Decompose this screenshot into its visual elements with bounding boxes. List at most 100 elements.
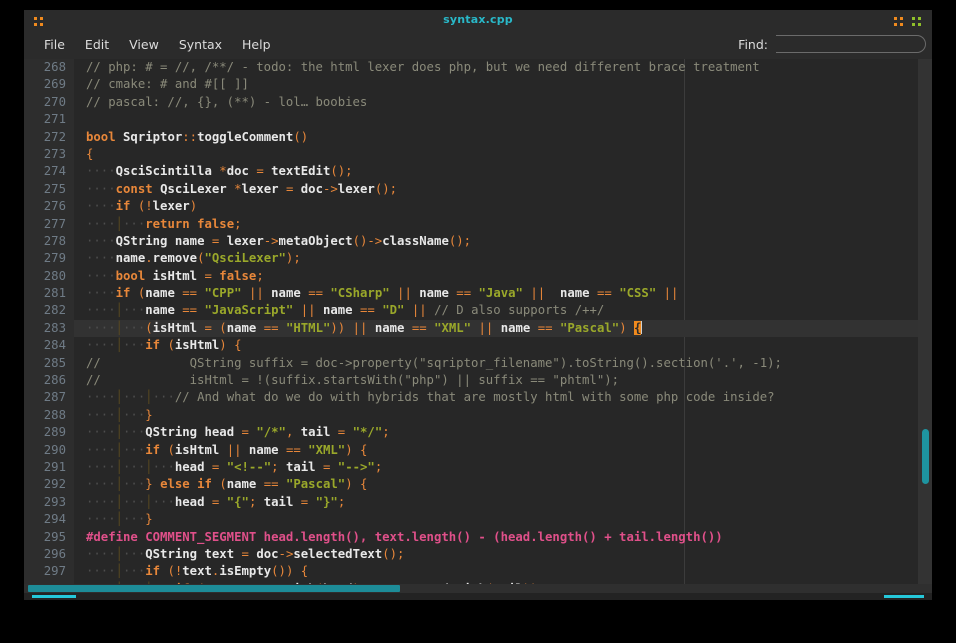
menu-item-file[interactable]: File	[34, 32, 75, 57]
token-def	[471, 321, 478, 335]
menu-item-edit[interactable]: Edit	[75, 32, 119, 57]
token-ws: ····	[86, 199, 116, 214]
token-str: "{"	[226, 494, 249, 509]
token-id: name	[500, 320, 531, 335]
code-line[interactable]: 272 bool Sqriptor::toggleComment()	[24, 129, 932, 146]
token-op: ==	[285, 442, 301, 457]
line-number: 292	[43, 477, 66, 492]
code-line[interactable]: 268 // php: # = //, /**/ - todo: the html…	[24, 59, 932, 76]
token-def	[316, 303, 323, 317]
code-line[interactable]: 284 ····│···if (isHtml) {	[24, 337, 932, 354]
code-area[interactable]: 268 // php: # = //, /**/ - todo: the html…	[24, 59, 932, 596]
token-def	[545, 286, 560, 300]
token-com: // cmake: # and #[[ ]]	[86, 77, 249, 92]
token-guide: │	[115, 512, 124, 527]
token-id: name	[322, 303, 353, 318]
token-op: ->	[278, 546, 294, 561]
token-op: ;	[382, 425, 390, 440]
token-def	[656, 286, 663, 300]
token-str: "XML"	[308, 442, 346, 457]
code-line[interactable]: 294 ····│···}	[24, 511, 932, 528]
code-line[interactable]: 283 ····│···(isHtml = (name == "HTML")) |…	[24, 319, 932, 338]
code-line[interactable]: 288 ····│···}	[24, 407, 932, 424]
token-op: (	[145, 320, 153, 335]
code-text: ····│···return false;	[86, 216, 242, 233]
token-def	[279, 182, 286, 196]
code-line[interactable]: 282 ····│···name == "JavaScript" || name …	[24, 302, 932, 319]
token-op: ==	[537, 320, 553, 335]
code-text: ····│···if (!text.isEmpty()) {	[86, 563, 308, 580]
code-line[interactable]: 270 // pascal: //, {}, (**) - lol… boobie…	[24, 94, 932, 111]
token-def	[279, 443, 286, 457]
code-line[interactable]: 273 {	[24, 146, 932, 163]
code-editor[interactable]: 268 // php: # = //, /**/ - todo: the html…	[24, 59, 932, 596]
find-input[interactable]	[776, 35, 926, 53]
code-line[interactable]: 276 ····if (!lexer)	[24, 198, 932, 215]
code-text: ····│···if (isHtml) {	[86, 337, 242, 354]
token-guide: │	[115, 459, 124, 474]
token-op: ||	[663, 286, 679, 301]
token-id: QsciLexer	[160, 181, 227, 196]
token-id: name	[145, 303, 175, 318]
menu-item-help[interactable]: Help	[232, 32, 281, 57]
token-ws: ···	[152, 390, 175, 405]
token-def	[404, 321, 411, 335]
code-text: ····│···}	[86, 407, 153, 424]
window-restore-dots-icon[interactable]	[894, 17, 903, 26]
menu-bar: File Edit View Syntax Help Find:	[24, 32, 932, 59]
token-id: name	[226, 320, 257, 335]
token-op: ;	[337, 494, 346, 509]
token-id: lexer	[337, 181, 375, 196]
horizontal-scrollbar[interactable]	[24, 584, 932, 593]
code-line[interactable]: 269 // cmake: # and #[[ ]]	[24, 76, 932, 93]
token-id: tail	[285, 459, 316, 474]
code-line[interactable]: 293 ····│···│···head = "{"; tail = "}";	[24, 494, 932, 511]
menu-item-syntax[interactable]: Syntax	[169, 32, 232, 57]
token-com: // pascal: //, {}, (**) - lol… boobies	[86, 94, 368, 109]
code-line[interactable]: 291 ····│···│···head = "<!--"; tail = "--…	[24, 459, 932, 476]
code-line[interactable]: 277 ····│···return false;	[24, 216, 932, 233]
token-def	[234, 547, 241, 561]
code-line[interactable]: 289 ····│···QString head = "/*", tail = "…	[24, 424, 932, 441]
token-id: tail	[300, 425, 331, 440]
code-line[interactable]: 292 ····│···} else if (name == "Pascal") …	[24, 476, 932, 493]
vertical-scrollbar-thumb[interactable]	[922, 429, 929, 484]
code-line[interactable]: 286 // isHtml = !(suffix.startsWith("php"…	[24, 372, 932, 389]
horizontal-scrollbar-thumb[interactable]	[28, 585, 400, 592]
window-close-dots-icon[interactable]	[912, 17, 921, 26]
line-number: 288	[43, 407, 66, 422]
token-id: isEmpty	[219, 564, 272, 579]
token-str: "Pascal"	[285, 477, 346, 492]
code-line[interactable]: 271	[24, 111, 932, 128]
code-line[interactable]: 274 ····QsciScintilla *doc = textEdit();	[24, 163, 932, 180]
token-str: "CPP"	[204, 286, 242, 301]
token-str: "XML"	[434, 320, 472, 335]
token-def	[130, 286, 137, 300]
code-line[interactable]: 278 ····QString name = lexer->metaObject(…	[24, 233, 932, 250]
code-line[interactable]: 275 ····const QsciLexer *lexer = doc->lex…	[24, 181, 932, 198]
code-line[interactable]: 290 ····│···if (isHtml || name == "XML") …	[24, 442, 932, 459]
token-def	[153, 477, 160, 491]
token-op: ==	[360, 303, 375, 318]
code-line[interactable]: 280 ····bool isHtml = false;	[24, 268, 932, 285]
token-def	[153, 182, 160, 196]
code-line[interactable]: 296 ····│···QString text = doc->selectedT…	[24, 546, 932, 563]
line-number: 284	[43, 338, 66, 353]
token-str: "JavaScript"	[204, 303, 294, 318]
code-line[interactable]: 295 #define COMMENT_SEGMENT head.length()…	[24, 529, 932, 546]
token-ws: ···	[123, 459, 146, 474]
token-kw: false	[197, 216, 235, 231]
code-text: ····const QsciLexer *lexer = doc->lexer(…	[86, 181, 397, 198]
code-text: {	[86, 146, 93, 163]
token-op: ()->	[352, 233, 383, 248]
code-line[interactable]: 279 ····name.remove("QsciLexer");	[24, 250, 932, 267]
code-line[interactable]: 297 ····│···if (!text.isEmpty()) {	[24, 563, 932, 580]
token-id: QString	[115, 233, 168, 248]
line-number: 271	[43, 112, 66, 127]
code-line[interactable]: 287 ····│···│···// And what do we do with…	[24, 389, 932, 406]
menu-item-view[interactable]: View	[119, 32, 169, 57]
vertical-scrollbar[interactable]	[918, 59, 932, 596]
code-line[interactable]: 285 // QString suffix = doc->property("sq…	[24, 355, 932, 372]
status-strip	[24, 593, 932, 600]
code-line[interactable]: 281 ····if (name == "CPP" || name == "CSh…	[24, 285, 932, 302]
